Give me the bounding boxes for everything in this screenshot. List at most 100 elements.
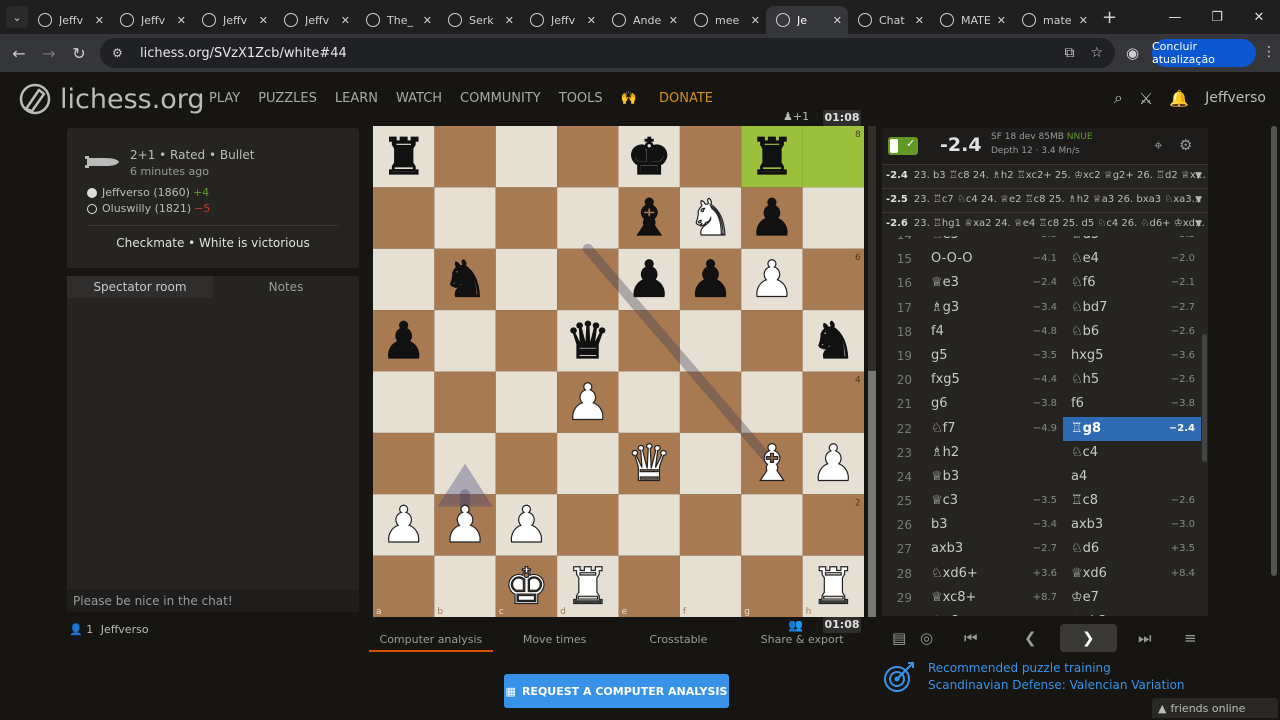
- browser-tab[interactable]: Serk ✕: [438, 6, 520, 34]
- gear-icon[interactable]: ⚙: [1179, 136, 1192, 154]
- square-e2[interactable]: [618, 494, 680, 556]
- browser-tab[interactable]: Je ✕: [766, 6, 848, 34]
- square-d3[interactable]: [557, 432, 619, 495]
- white-knight-icon[interactable]: ♞: [687, 188, 733, 248]
- tab-close-icon[interactable]: ✕: [751, 14, 760, 27]
- tab-close-icon[interactable]: ✕: [915, 14, 924, 27]
- square-c6[interactable]: [495, 248, 558, 311]
- white-pawn-icon[interactable]: ♟: [503, 495, 549, 555]
- next-move-icon[interactable]: ❯: [1082, 629, 1095, 647]
- tab-close-icon[interactable]: ✕: [1079, 14, 1088, 27]
- search-icon[interactable]: ⌕: [1114, 88, 1123, 108]
- puzzle-recommendation[interactable]: Recommended puzzle training Scandinavian…: [882, 658, 1208, 696]
- black-move[interactable]: ♘xh2: [1063, 610, 1201, 616]
- book-icon[interactable]: ▤: [892, 629, 906, 647]
- browser-tab[interactable]: Jeffv ✕: [520, 6, 602, 34]
- black-move[interactable]: hxg5 −3.6: [1063, 344, 1201, 368]
- square-b8[interactable]: [434, 126, 496, 188]
- tab-close-icon[interactable]: ✕: [505, 14, 514, 27]
- browser-tab[interactable]: Jeffv ✕: [274, 6, 356, 34]
- black-rook-icon[interactable]: ♜: [381, 126, 427, 186]
- black-move[interactable]: ♖g8 −2.4: [1063, 416, 1201, 441]
- url-field[interactable]: ⚙ lichess.org/SVzX1Zcb/white#44 ⧉ ☆: [100, 38, 1115, 68]
- black-move[interactable]: ♘h5 −2.6: [1063, 368, 1201, 392]
- black-move[interactable]: ♘d6 +3.5: [1063, 537, 1201, 561]
- white-pawn-icon[interactable]: ♟: [381, 495, 427, 555]
- square-b4[interactable]: [434, 371, 496, 433]
- user-menu[interactable]: Jeffverso: [1205, 90, 1266, 106]
- square-g5[interactable]: [741, 310, 803, 372]
- browser-tab[interactable]: MATE ✕: [930, 6, 1012, 34]
- square-a7[interactable]: [373, 187, 435, 249]
- white-move[interactable]: g6 −3.8: [919, 392, 1063, 416]
- black-knight-icon[interactable]: ♞: [442, 249, 488, 309]
- request-analysis-button[interactable]: ▦ REQUEST A COMPUTER ANALYSIS: [504, 674, 729, 708]
- square-a3[interactable]: [373, 432, 435, 495]
- square-a6[interactable]: [373, 248, 435, 311]
- friends-online-box[interactable]: ▲ friends online: [1152, 698, 1278, 718]
- threat-target-icon[interactable]: ⌖: [1154, 136, 1162, 154]
- white-rook-icon[interactable]: ♜: [810, 556, 856, 616]
- browser-tab[interactable]: Chat ✕: [848, 6, 930, 34]
- black-player[interactable]: Oluswilly (1821) −5: [87, 202, 210, 215]
- install-app-icon[interactable]: ⧉: [1064, 45, 1074, 61]
- white-move[interactable]: ♘xd6+ +3.6: [919, 562, 1063, 586]
- nav-community[interactable]: COMMUNITY: [460, 91, 541, 106]
- square-c4[interactable]: [495, 371, 558, 433]
- square-e4[interactable]: [618, 371, 680, 433]
- tab-spectator-room[interactable]: Spectator room: [67, 276, 213, 298]
- black-move[interactable]: ♔e7: [1063, 586, 1201, 610]
- black-move[interactable]: f6 −3.8: [1063, 392, 1201, 416]
- white-move[interactable]: ♗h2: [919, 441, 1063, 465]
- nav-puzzles[interactable]: PUZZLES: [258, 91, 317, 106]
- tab-close-icon[interactable]: ✕: [177, 14, 186, 27]
- square-g1[interactable]: [741, 555, 803, 617]
- black-pawn-icon[interactable]: ♟: [626, 249, 672, 309]
- white-pawn-icon[interactable]: ♟: [442, 495, 488, 555]
- black-pawn-icon[interactable]: ♟: [749, 188, 795, 248]
- square-a4[interactable]: [373, 371, 435, 433]
- notifications-bell-icon[interactable]: 🔔: [1169, 89, 1189, 108]
- tab-close-icon[interactable]: ✕: [587, 14, 596, 27]
- white-king-icon[interactable]: ♚: [503, 556, 549, 616]
- bookmark-star-icon[interactable]: ☆: [1090, 45, 1103, 61]
- board-svg[interactable]: a b c d e f g h87654321♜ ♚ ♜♝ ♞ ♟♞ ♟ ♟ ♟♟ ♛ ♞♟♛ ♝ ♟♟ ♟ ♟♚ ♜ ♜: [373, 126, 864, 617]
- new-tab-icon[interactable]: +: [1102, 7, 1117, 28]
- black-move[interactable]: a4: [1063, 465, 1201, 489]
- tab-close-icon[interactable]: ✕: [669, 14, 678, 27]
- white-move[interactable]: b3 −3.4: [919, 513, 1063, 537]
- white-move[interactable]: ♕g8: [919, 610, 1063, 616]
- tab-close-icon[interactable]: ✕: [833, 14, 842, 27]
- black-pawn-icon[interactable]: ♟: [687, 249, 733, 309]
- square-f2[interactable]: [679, 494, 742, 556]
- black-move[interactable]: axb3 −3.0: [1063, 513, 1201, 537]
- black-move[interactable]: ♘b6 −2.6: [1063, 320, 1201, 344]
- browser-menu-icon[interactable]: ⋮: [1262, 44, 1276, 60]
- tab-notes[interactable]: Notes: [213, 276, 359, 298]
- close-window-icon[interactable]: ✕: [1238, 0, 1280, 34]
- browser-tab[interactable]: Jeffv ✕: [110, 6, 192, 34]
- browser-tab[interactable]: mate ✕: [1012, 6, 1094, 34]
- white-move[interactable]: ♗g3 −3.4: [919, 296, 1063, 320]
- puzzle-title[interactable]: Recommended puzzle training: [928, 661, 1111, 675]
- white-move[interactable]: fxg5 −4.4: [919, 368, 1063, 392]
- tab-close-icon[interactable]: ✕: [95, 14, 104, 27]
- square-c8[interactable]: [495, 126, 558, 188]
- white-bishop-icon[interactable]: ♝: [749, 433, 795, 493]
- black-move[interactable]: ♘bd7 −2.7: [1063, 296, 1201, 320]
- white-pawn-icon[interactable]: ♟: [565, 372, 611, 432]
- black-move[interactable]: ♘c4: [1063, 441, 1201, 465]
- tab-close-icon[interactable]: ✕: [341, 14, 350, 27]
- tab-move-times[interactable]: Move times: [493, 630, 617, 652]
- white-pawn-icon[interactable]: ♟: [810, 433, 856, 493]
- practice-icon[interactable]: ◎: [920, 629, 933, 647]
- pv-line[interactable]: -2.4 23. b3 ♖c8 24. ♗h2 ♖xc2+ 25. ♔xc2 ♕g…: [882, 164, 1208, 188]
- last-move-icon[interactable]: ⏭: [1138, 629, 1152, 647]
- square-c5[interactable]: [495, 310, 558, 372]
- forward-icon[interactable]: →: [34, 44, 64, 63]
- white-move[interactable]: g5 −3.5: [919, 344, 1063, 368]
- tab-share-export[interactable]: Share & export: [740, 630, 864, 652]
- square-d8[interactable]: [557, 126, 619, 188]
- black-move[interactable]: ♕xd6 +8.4: [1063, 562, 1201, 586]
- nav-donate[interactable]: 🙌 DONATE: [621, 91, 731, 106]
